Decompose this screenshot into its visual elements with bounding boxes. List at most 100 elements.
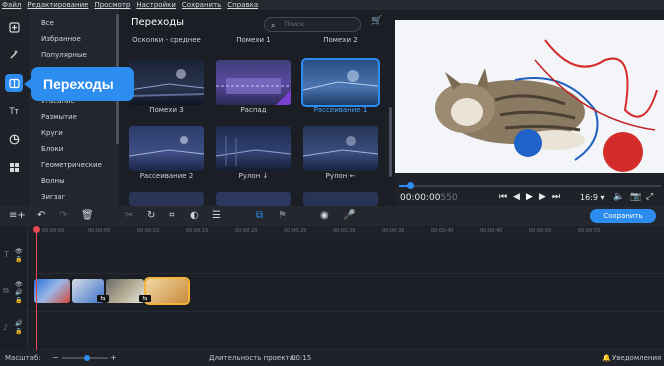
ruler-tick: 00:00:35: [382, 228, 405, 234]
save-button[interactable]: Сохранить: [590, 209, 656, 223]
skip-start-icon[interactable]: ⏮: [499, 192, 507, 202]
video-clip[interactable]: [34, 279, 70, 303]
play-icon[interactable]: ▶: [526, 192, 533, 202]
rotate-icon[interactable]: ↻: [147, 210, 155, 221]
transition-tile[interactable]: [129, 126, 204, 171]
lock-icon[interactable]: 🔒: [15, 328, 22, 335]
lock-icon[interactable]: 🔒: [15, 297, 22, 304]
transition-tile[interactable]: [129, 60, 204, 105]
video-clip-selected[interactable]: [144, 277, 190, 305]
snapshot-icon[interactable]: 📷: [630, 192, 641, 202]
category-circles[interactable]: Круги: [41, 129, 63, 137]
step-forward-icon[interactable]: ▶: [539, 192, 546, 202]
menu-edit[interactable]: Редактирование: [27, 0, 88, 10]
transition-tile[interactable]: [216, 192, 291, 206]
zoom-slider-handle[interactable]: [84, 355, 90, 361]
ruler-tick: 00:00:50: [529, 228, 552, 234]
menu-view[interactable]: Просмотр: [94, 0, 130, 10]
undo-icon[interactable]: ↶: [37, 210, 45, 221]
category-popular[interactable]: Популярные: [41, 51, 87, 59]
overlay-icon[interactable]: ⧉: [256, 210, 263, 221]
cut-icon[interactable]: ✂: [125, 210, 133, 221]
skip-end-icon[interactable]: ⏭: [552, 192, 560, 202]
video-track-icon: ⧉: [3, 286, 9, 295]
category-blur[interactable]: Размытие: [41, 113, 77, 121]
clip-properties-icon[interactable]: ☰: [212, 210, 221, 221]
timeline-ruler[interactable]: 00:00:00 00:00:05 00:00:10 00:00:15 00:0…: [28, 226, 664, 236]
tile-label: Рулон ←: [325, 172, 356, 180]
menu-help[interactable]: Справка: [227, 0, 258, 10]
audio-track[interactable]: [28, 312, 664, 350]
playback-progress-track[interactable]: [399, 185, 661, 187]
volume-icon[interactable]: 🔈: [613, 192, 624, 202]
playhead-handle[interactable]: [33, 226, 40, 233]
menu-bar: Файл Редактирование Просмотр Настройки С…: [0, 0, 664, 10]
timeline-toolbar: ≡+ ↶ ↷ 🗑 ✂ ↻ ⌗ ◐ ☰ ⧉ ⚑ ◉ 🎤: [0, 206, 664, 226]
microphone-icon[interactable]: 🎤: [343, 210, 355, 221]
tile-label: Распад: [240, 106, 267, 114]
stickers-icon[interactable]: [5, 130, 23, 148]
add-track-icon[interactable]: ≡+: [9, 210, 26, 221]
category-blocks[interactable]: Блоки: [41, 145, 63, 153]
text-track[interactable]: [28, 236, 664, 274]
tooltip: Переходы: [31, 67, 134, 101]
lock-icon[interactable]: 🔒: [15, 256, 22, 263]
transition-marker-icon[interactable]: ⇆: [139, 295, 151, 302]
menu-settings[interactable]: Настройки: [136, 0, 176, 10]
more-tools-icon[interactable]: [5, 158, 23, 176]
webcam-icon[interactable]: ◉: [320, 210, 329, 221]
transition-marker-icon[interactable]: ⇆: [97, 295, 109, 302]
category-zigzag[interactable]: Зигзаг: [41, 193, 65, 201]
aspect-ratio-select[interactable]: 16:9 ▾: [580, 193, 605, 202]
ruler-tick: 00:00:15: [186, 228, 209, 234]
category-geometric[interactable]: Геометрические: [41, 161, 102, 169]
text-icon[interactable]: Tт: [5, 102, 23, 120]
ruler-tick: 00:00:10: [137, 228, 160, 234]
ruler-tick: 00:00:25: [284, 228, 307, 234]
magic-wand-icon[interactable]: [5, 45, 23, 63]
text-track-icon: T: [4, 250, 9, 259]
mute-icon[interactable]: 🔊: [15, 289, 22, 296]
search-input[interactable]: ⌕ Поиск: [264, 17, 361, 32]
redo-icon[interactable]: ↷: [59, 210, 67, 221]
playhead[interactable]: [36, 226, 37, 350]
player-controls: 00:00:00550 ⏮ ◀ ▶ ▶ ⏭ 16:9 ▾ 🔈 📷 ⤢: [395, 173, 664, 206]
zoom-out-icon[interactable]: −: [52, 350, 59, 366]
search-placeholder: Поиск: [285, 21, 305, 28]
category-all[interactable]: Все: [41, 19, 54, 27]
transition-tile[interactable]: [216, 126, 291, 171]
crop-icon[interactable]: ⌗: [169, 210, 175, 221]
fullscreen-icon[interactable]: ⤢: [646, 192, 653, 202]
mute-icon[interactable]: 🔊: [15, 320, 22, 327]
tile-label: Рассеивание 2: [139, 172, 194, 180]
marker-icon[interactable]: ⚑: [278, 210, 287, 221]
status-bar: Масштаб: − + Длительность проекта: 00:15…: [0, 350, 664, 366]
import-icon[interactable]: [5, 18, 23, 36]
cart-icon[interactable]: 🛒: [371, 16, 382, 26]
step-back-icon[interactable]: ◀: [513, 192, 520, 202]
transitions-icon[interactable]: [5, 74, 23, 92]
tile-label: Помехи 1: [236, 36, 271, 44]
ruler-tick: 00:00:05: [88, 228, 111, 234]
bell-icon[interactable]: 🔔: [602, 350, 611, 366]
transition-tile[interactable]: [216, 60, 291, 105]
delete-icon[interactable]: 🗑: [81, 210, 94, 221]
visibility-icon[interactable]: 👁: [15, 281, 23, 288]
zoom-label: Масштаб:: [5, 354, 41, 362]
transition-tile[interactable]: [129, 192, 204, 206]
ruler-tick: 00:00:40: [431, 228, 454, 234]
visibility-icon[interactable]: 👁: [15, 248, 23, 255]
transition-tile[interactable]: [303, 192, 378, 206]
menu-file[interactable]: Файл: [2, 0, 21, 10]
transition-tile-selected[interactable]: [301, 58, 380, 107]
notifications-link[interactable]: Уведомления: [612, 350, 661, 366]
category-waves[interactable]: Волны: [41, 177, 65, 185]
category-favorites[interactable]: Избранное: [41, 35, 81, 43]
menu-save[interactable]: Сохранить: [182, 0, 221, 10]
transitions-scrollbar[interactable]: [389, 107, 392, 177]
transition-tile[interactable]: [303, 126, 378, 171]
ruler-tick: 00:00:00: [42, 228, 65, 234]
color-adjust-icon[interactable]: ◐: [190, 210, 199, 221]
playback-scrubber[interactable]: [407, 182, 414, 189]
zoom-in-icon[interactable]: +: [110, 350, 117, 366]
